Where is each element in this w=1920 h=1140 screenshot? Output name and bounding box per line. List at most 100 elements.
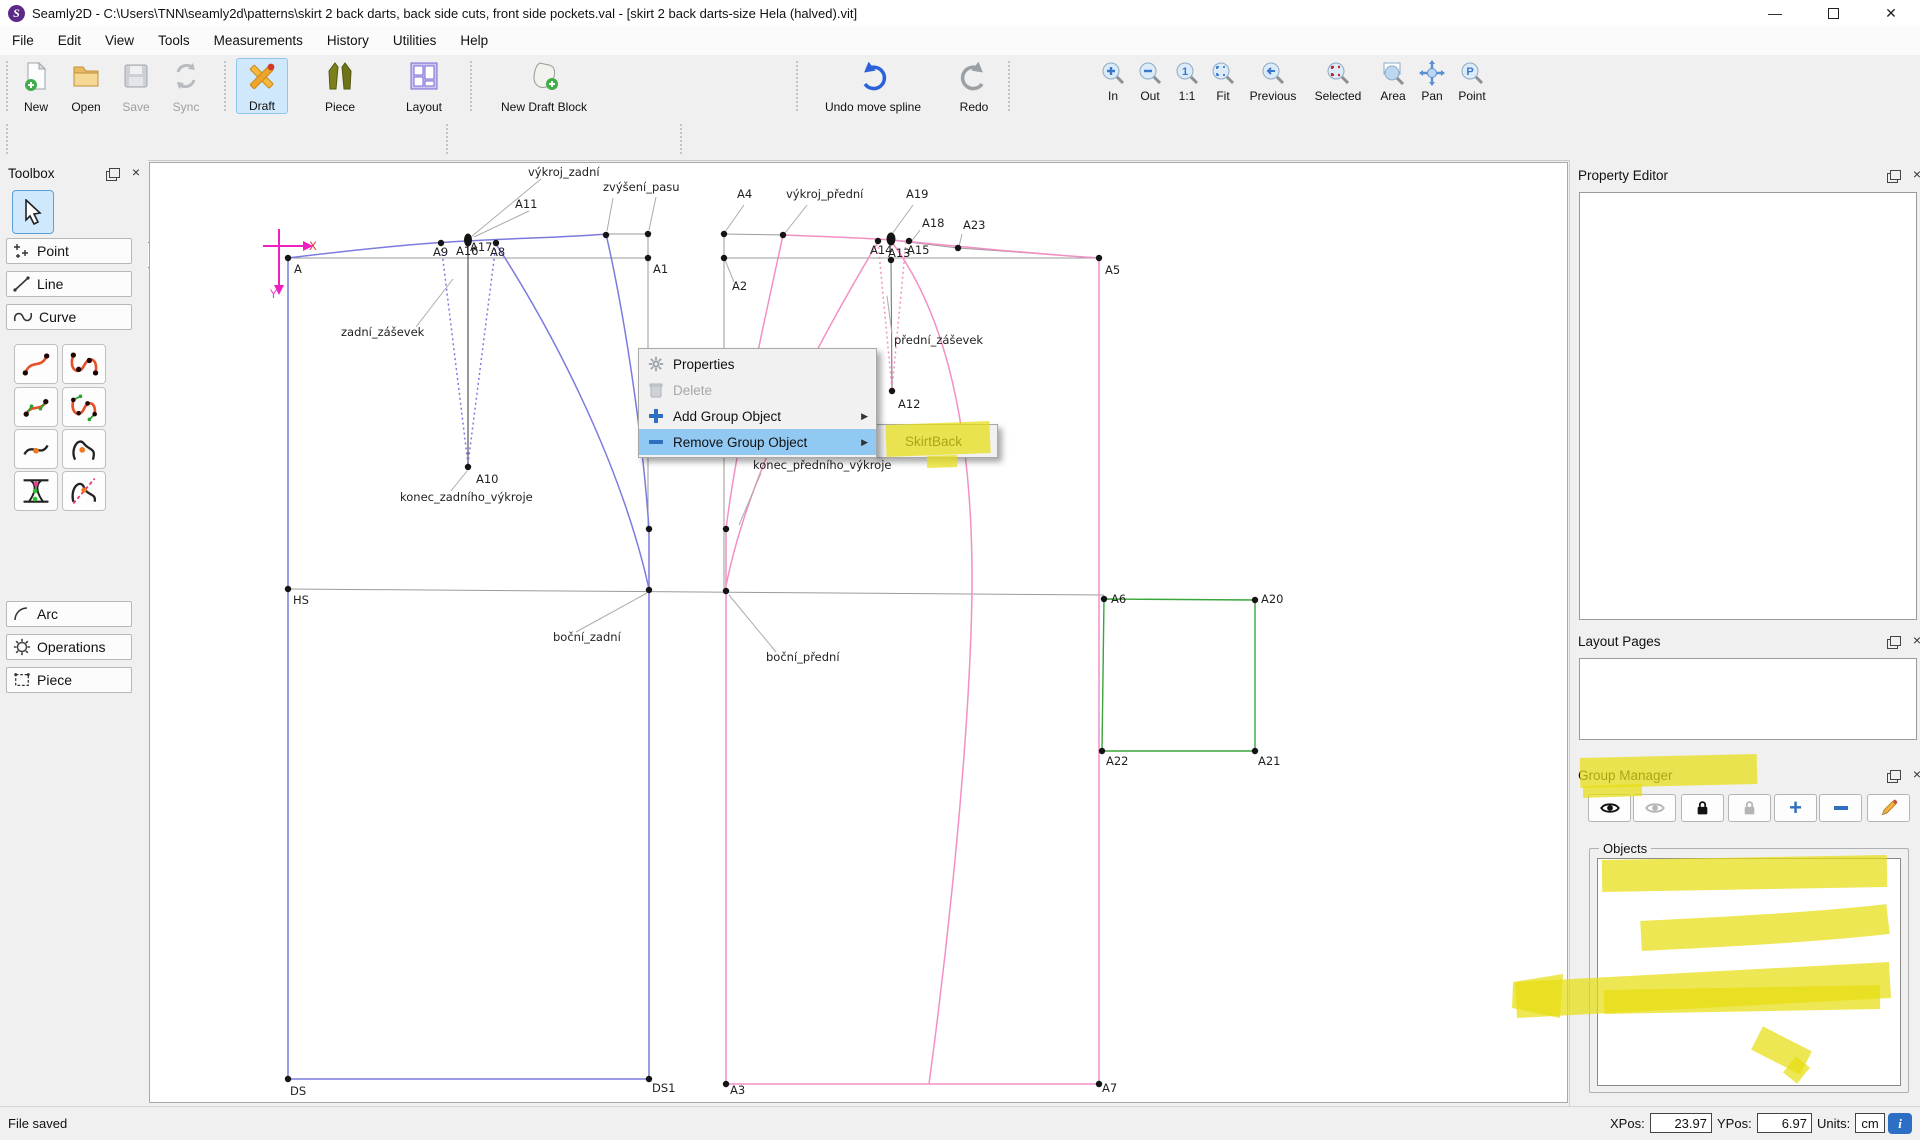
zoom-1to1-icon: 1 [1174,60,1200,86]
objects-list[interactable] [1597,858,1901,1086]
float-panel-icon[interactable] [1890,770,1901,780]
spline-path-control-points-tool-button[interactable] [62,387,106,427]
seamly2d-window: S Seamly2D - C:\Users\TNN\seamly2d\patte… [0,0,1920,1140]
toolbox-group-piece[interactable]: Piece [6,667,132,693]
eye-icon [1600,801,1620,815]
sync-button: Sync [162,58,210,114]
toolbox-group-point[interactable]: Point [6,238,132,264]
submenu-arrow-icon: ▶ [861,411,868,422]
zoom-in-button[interactable]: In [1096,60,1130,103]
menu-edit[interactable]: Edit [46,28,93,53]
svg-text:X: X [309,239,317,253]
toolbox-group-curve[interactable]: Curve [6,304,132,330]
svg-text:A15: A15 [907,243,930,257]
zoom-point-button[interactable]: P Point [1452,60,1492,103]
show-group-button[interactable] [1588,794,1631,822]
float-panel-icon[interactable] [1890,170,1901,180]
pocket-rectangle[interactable] [1102,599,1255,751]
format-toolbar: MS Shell Dlg 2 18 A▲ A▼ A [0,118,1920,161]
draft-canvas[interactable]: AA9A16A17A8A11zvýšení_pasuvýkroj_zadníA1… [149,162,1568,1103]
undo-button[interactable]: Undo move spline [812,58,934,114]
curve-control-points-icon [19,391,53,423]
group-manager-header: Group Manager × [1570,762,1920,788]
remove-group-button[interactable] [1819,794,1862,822]
hide-group-button[interactable] [1633,794,1676,822]
zoom-out-button[interactable]: Out [1132,60,1168,103]
layout-mode-icon [408,60,440,92]
zoom-previous-button[interactable]: Previous [1244,60,1302,103]
curve-intersect-curve-tool-button[interactable] [14,471,58,511]
menu-tools[interactable]: Tools [146,28,202,53]
zoom-out-icon [1137,60,1163,86]
close-panel-icon[interactable]: × [1913,766,1920,782]
toolbox-group-operations[interactable]: Operations [6,634,132,660]
curve-tool-button[interactable] [14,344,58,384]
line-tools-icon [13,275,31,293]
new-draft-block-button[interactable]: New Draft Block [486,58,602,114]
menu-view[interactable]: View [93,28,146,53]
maximize-button[interactable] [1804,0,1862,26]
svg-text:A23: A23 [963,218,986,232]
unlock-group-button[interactable] [1728,794,1771,822]
menu-help[interactable]: Help [448,28,500,53]
new-button[interactable]: New [12,58,60,114]
zoom-fit-button[interactable]: Fit [1206,60,1240,103]
info-button[interactable]: i [1888,1113,1912,1134]
toolbox-group-line[interactable]: Line [6,271,132,297]
mode-layout-button[interactable]: Layout [400,58,448,114]
right-dock: Property Editor × Layout Pages × Group M… [1569,160,1920,1106]
close-button[interactable]: ✕ [1862,0,1920,26]
close-panel-icon[interactable]: × [1913,166,1920,182]
piece-tools-icon [13,671,31,689]
lock-group-button[interactable] [1681,794,1724,822]
mode-draft-button[interactable]: Draft [236,58,288,114]
add-group-button[interactable]: + [1774,794,1817,822]
curve-with-control-points-tool-button[interactable] [14,387,58,427]
rename-group-button[interactable] [1867,794,1910,822]
menu-item-properties[interactable]: Properties [639,351,876,377]
close-panel-icon[interactable]: × [132,164,140,180]
spline-path-tool-button[interactable] [62,344,106,384]
menu-measurements[interactable]: Measurements [202,28,315,53]
svg-text:A9: A9 [433,245,448,259]
close-panel-icon[interactable]: × [1913,632,1920,648]
menu-utilities[interactable]: Utilities [381,28,449,53]
zoom-point-icon: P [1459,60,1485,86]
toolbox-group-arc[interactable]: Arc [6,601,132,627]
svg-text:A18: A18 [922,216,945,230]
zoom-previous-icon [1260,60,1286,86]
units-label: Units: [1817,1116,1850,1131]
pan-button[interactable]: Pan [1414,60,1450,103]
minimize-button[interactable]: — [1746,0,1804,26]
status-bar: File saved XPos: 23.97 YPos: 6.97 Units:… [0,1106,1920,1140]
float-panel-icon[interactable] [1890,636,1901,646]
svg-text:A10: A10 [476,472,499,486]
float-panel-icon[interactable] [109,168,120,178]
svg-text:A2: A2 [732,279,747,293]
layout-pages-header: Layout Pages × [1570,628,1920,654]
point-on-curve-icon [19,433,53,465]
curve-tools-icon [13,309,33,325]
submenu-item-skirtback[interactable]: SkirtBack [875,428,997,454]
svg-text:A6: A6 [1111,592,1126,606]
point-along-spline-tool-button[interactable] [62,429,106,469]
zoom-area-button[interactable]: Area [1372,60,1414,103]
pattern-drawing: AA9A16A17A8A11zvýšení_pasuvýkroj_zadníA1… [150,163,1569,1104]
point-along-curve-tool-button[interactable] [14,429,58,469]
menu-file[interactable]: File [0,28,46,53]
zoom-1to1-button[interactable]: 1 1:1 [1170,60,1204,103]
select-tool-button[interactable] [12,190,54,234]
submenu-arrow-icon: ▶ [861,437,868,448]
undo-icon [857,60,889,92]
curve-intersect-axis-tool-button[interactable] [62,471,106,511]
menu-item-delete: Delete [639,377,876,403]
menu-history[interactable]: History [315,28,381,53]
open-button[interactable]: Open [62,58,110,114]
menu-item-add-group-object[interactable]: Add Group Object ▶ [639,403,876,429]
redo-button[interactable]: Redo [946,58,1002,114]
svg-text:boční_přední: boční_přední [766,650,840,664]
menu-item-remove-group-object[interactable]: Remove Group Object ▶ [639,429,876,455]
svg-text:A4: A4 [737,187,752,201]
mode-piece-button[interactable]: Piece [316,58,364,114]
zoom-selected-button[interactable]: Selected [1308,60,1368,103]
